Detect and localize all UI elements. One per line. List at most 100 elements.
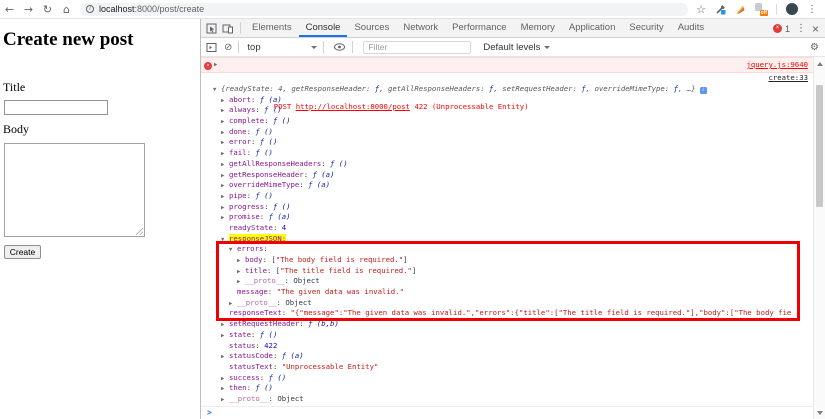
object-tree: ▼{readyState: 4, getResponseHeader: ƒ, g… [201,84,813,405]
expand-arrow-icon[interactable]: ▼ [229,245,237,256]
token-key: overrideMimeType [229,180,299,189]
url-host: localhost [99,4,135,14]
toolbar-right: ☆ off ⋮ [696,3,825,16]
token-key: pipe [229,191,247,200]
token-str: "The given data was invalid." [277,287,404,296]
eyedropper-extension-icon[interactable] [715,4,726,15]
page-title: Create new post [3,29,134,51]
tree-row: ▼{readyState: 4, getResponseHeader: ƒ, g… [201,84,813,95]
devtools-close-icon[interactable]: × [812,23,819,35]
tree-row: ▶body: ["The body field is required."] [201,255,813,266]
expand-arrow-icon[interactable]: ▶ [214,58,217,72]
console-sidebar-icon[interactable] [206,42,217,53]
address-bar[interactable]: i localhost:8000/post/create [80,3,688,16]
live-expression-eye-icon[interactable] [333,42,346,52]
off-extension-badge: off [760,10,768,16]
tree-row: ▼errors: [201,244,813,255]
device-toolbar-icon[interactable] [222,23,234,34]
error-circle-icon: × [204,62,212,70]
tree-row: ▶complete: ƒ () [201,116,813,127]
token-key: state [229,330,251,339]
browser-menu-icon[interactable]: ⋮ [807,4,817,15]
scrollbar-thumb[interactable] [816,85,823,207]
expand-arrow-icon[interactable]: ▶ [221,160,229,171]
scroll-down-icon[interactable] [814,407,825,418]
bookmark-star-icon[interactable]: ☆ [696,3,706,16]
error-url-link[interactable]: http://localhost:8000/post [296,102,410,111]
token-plain: : [255,341,264,350]
tab-performance[interactable]: Performance [445,19,513,37]
body-field[interactable] [4,143,145,237]
console-scrollbar[interactable] [813,57,825,419]
profile-avatar[interactable] [786,3,798,15]
tab-application[interactable]: Application [562,19,622,37]
console-error-entry: × ▶ POST http://localhost:8000/post 422 … [201,57,813,73]
colorpicker-extension-icon[interactable] [735,4,746,15]
tree-row: ▶title: ["The title field is required."] [201,266,813,277]
token-plain: : Object [269,394,304,403]
tree-row: ▶getResponseHeader: ƒ (a) [201,170,813,181]
tab-network[interactable]: Network [396,19,445,37]
scroll-up-icon[interactable] [814,58,825,69]
token-plain: : [273,362,282,371]
tab-console[interactable]: Console [299,19,348,37]
token-plain: : [260,373,269,382]
console-prompt[interactable]: > [201,406,813,419]
tree-row: readyState: 4 [201,223,813,234]
token-str: "Unprocessable Entity" [282,362,379,371]
browser-window: ← → ↻ ⌂ i localhost:8000/post/create ☆ [0,0,825,419]
token-pv: , setRequestHeader: [493,84,581,93]
tab-security[interactable]: Security [622,19,670,37]
expand-arrow-icon[interactable]: ▶ [221,192,229,203]
token-key: progress [229,202,264,211]
error-badge-icon[interactable]: × [773,24,782,33]
tab-sources[interactable]: Sources [347,19,396,37]
context-selector[interactable]: top [247,42,317,53]
inspect-element-icon[interactable] [206,23,217,34]
token-pv: , getAllResponseHeaders: [379,84,489,93]
token-key: getResponseHeader [229,170,304,179]
filter-input[interactable] [363,41,471,54]
token-pv: , overrideMimeType: [586,84,674,93]
tab-memory[interactable]: Memory [514,19,562,37]
tree-row: ▶__proto__: Object [201,276,813,287]
error-status: 422 (Unprocessable Entity) [410,102,529,111]
home-icon[interactable]: ⌂ [57,0,76,19]
tab-audits[interactable]: Audits [671,19,711,37]
expand-arrow-icon[interactable]: ▼ [213,85,221,96]
token-plain: : [ [263,255,276,264]
tree-row: ▶statusCode: ƒ (a) [201,351,813,362]
token-fn: ƒ (a) [269,212,291,221]
token-key: success [229,373,260,382]
error-source-link[interactable]: jquery.js:9640 [746,58,808,72]
expand-arrow-icon[interactable]: ▼ [221,235,229,246]
log-source-link[interactable]: create:33 [768,73,808,82]
reload-icon[interactable]: ↻ [38,0,57,19]
devtools-menu-icon[interactable]: ⋮ [796,23,806,34]
token-fn: ƒ () [255,383,273,392]
token-plain: : [273,351,282,360]
off-extension-icon[interactable]: off [755,3,767,15]
expand-arrow-icon[interactable]: ▶ [221,331,229,342]
tree-row: ▶promise: ƒ (a) [201,212,813,223]
back-icon[interactable]: ← [0,0,19,19]
create-button[interactable]: Create [4,245,41,259]
settings-gear-icon[interactable]: ⚙ [810,42,819,53]
title-field[interactable] [4,100,108,115]
devtools-tabbar: ElementsConsoleSourcesNetworkPerformance… [201,19,825,38]
token-key: responseText [229,308,282,317]
token-fn: ƒ () [255,191,273,200]
token-key: statusText [229,362,273,371]
log-levels-value: Default levels [483,42,540,53]
forward-icon[interactable]: → [19,0,38,19]
expand-arrow-icon[interactable]: ▶ [221,395,229,406]
context-selector-value: top [247,42,260,53]
info-icon[interactable]: i [700,87,707,94]
site-info-icon[interactable]: i [86,5,94,13]
tree-row: ▶pipe: ƒ () [201,191,813,202]
clear-console-icon[interactable]: ⊘ [224,42,232,53]
token-hl: responseJSON: [229,234,286,243]
token-key: message [237,287,268,296]
log-levels-selector[interactable]: Default levels [483,42,550,53]
tab-elements[interactable]: Elements [245,19,299,37]
